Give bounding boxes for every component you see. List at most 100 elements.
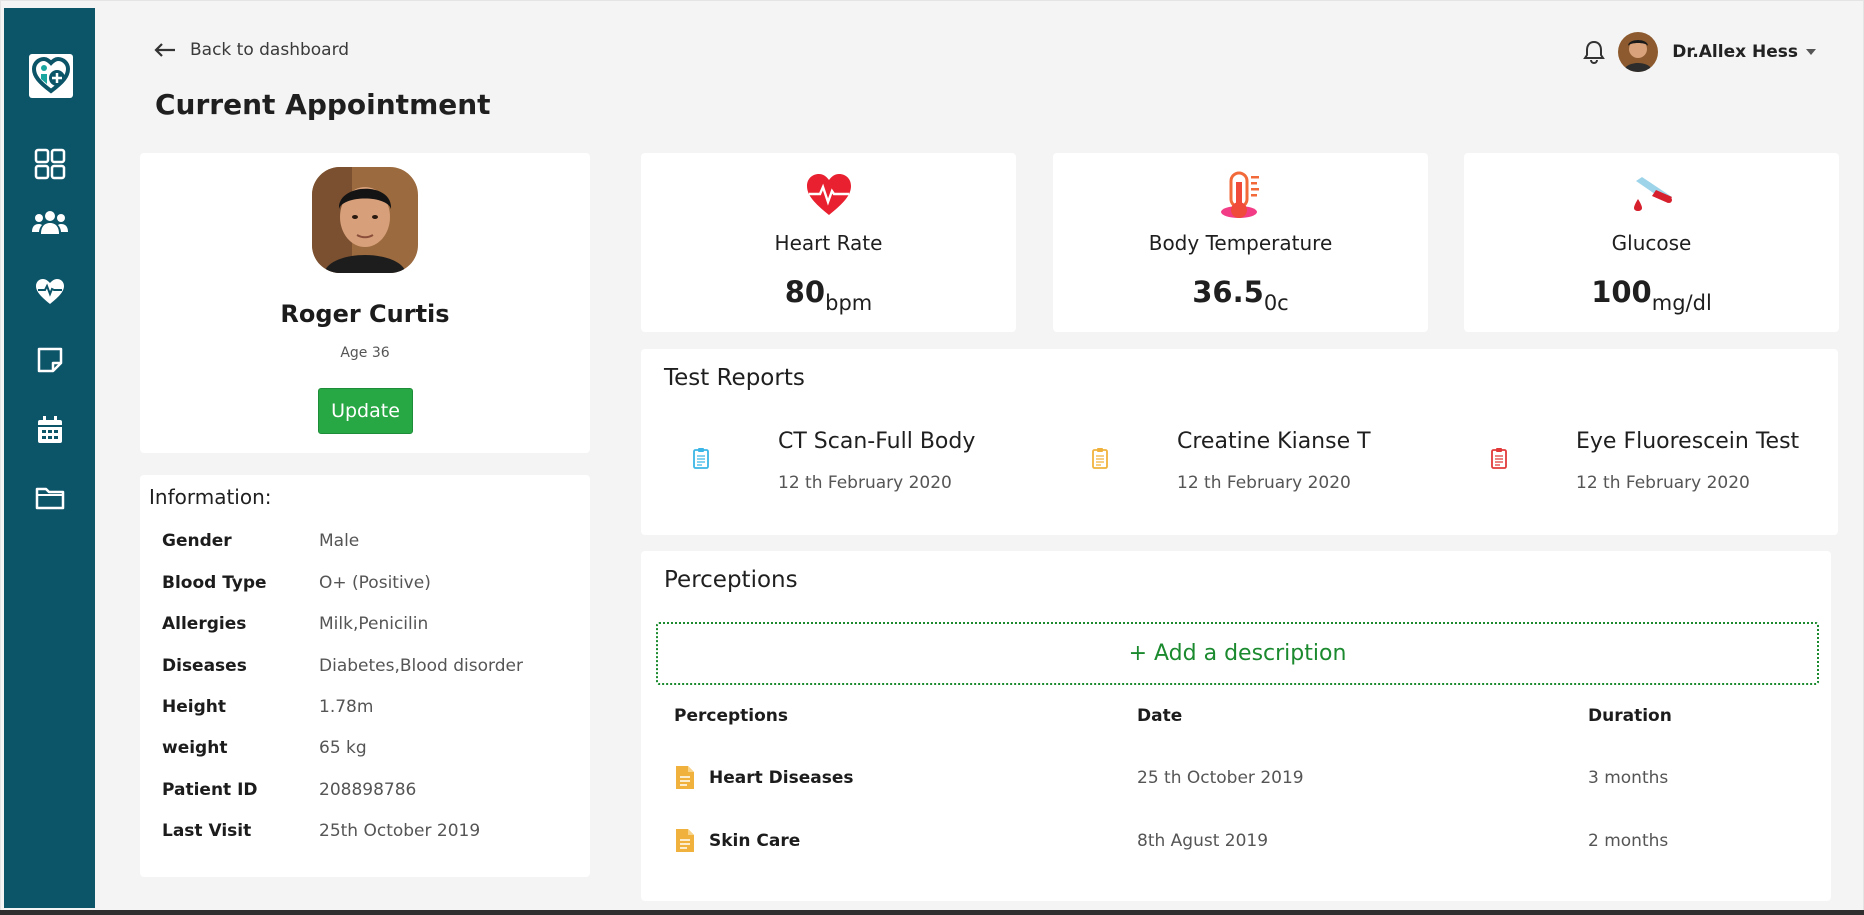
vital-value: 80bpm (641, 275, 1016, 315)
information-title: Information: (149, 485, 272, 509)
info-row-last-visit: Last Visit 25th October 2019 (162, 821, 582, 845)
arrow-left-icon (154, 43, 175, 57)
sidebar-item-notes[interactable] (26, 336, 74, 384)
vital-unit: bpm (825, 291, 873, 315)
vital-unit: 0c (1263, 291, 1289, 315)
test-reports-title: Test Reports (664, 365, 805, 391)
report-date: 12 th February 2020 (1177, 473, 1351, 493)
chevron-down-icon[interactable] (1806, 49, 1816, 55)
sidebar-item-dashboard[interactable] (26, 140, 74, 188)
info-label: Height (162, 697, 226, 717)
sidebar-item-patients[interactable] (26, 198, 74, 246)
heart-pulse-icon (36, 279, 64, 304)
sidebar-item-calendar[interactable] (26, 406, 74, 454)
table-row[interactable]: Heart Diseases 25 th October 2019 3 mont… (641, 765, 1831, 805)
patient-profile-card: Roger Curtis Age 36 Update (140, 153, 590, 453)
info-value: 25th October 2019 (319, 821, 481, 841)
info-value: 208898786 (319, 780, 417, 800)
test-reports-card: Test Reports CT Scan-Full Body 12 th Feb… (641, 349, 1838, 535)
report-date: 12 th February 2020 (1576, 473, 1750, 493)
perceptions-title: Perceptions (664, 567, 798, 593)
app-logo[interactable] (29, 54, 73, 98)
info-label: Last Visit (162, 821, 252, 841)
clipboard-icon (1092, 448, 1108, 469)
page-title: Current Appointment (155, 88, 491, 121)
patient-avatar (312, 167, 418, 273)
info-value: Milk,Penicilin (319, 614, 429, 634)
notes-icon (37, 347, 63, 373)
sidebar-item-files[interactable] (26, 474, 74, 522)
window-bottom-edge (0, 910, 1864, 915)
vital-number: 80 (784, 275, 826, 309)
user-avatar[interactable] (1618, 32, 1659, 72)
clipboard-icon (693, 448, 709, 469)
info-value: Diabetes,Blood disorder (319, 656, 523, 676)
info-value: 65 kg (319, 738, 367, 758)
perception-name: Skin Care (709, 831, 801, 851)
perception-duration: 3 months (1588, 768, 1669, 788)
table-row[interactable]: Skin Care 8th Agust 2019 2 months (641, 828, 1831, 868)
back-label: Back to dashboard (190, 40, 350, 60)
sidebar (4, 8, 95, 908)
vital-card-glucose: Glucose 100mg/dl (1464, 153, 1839, 332)
patient-age: Age 36 (340, 345, 390, 361)
clipboard-icon (1491, 448, 1507, 469)
users-icon (32, 211, 68, 234)
info-row-allergies: Allergies Milk,Penicilin (162, 614, 582, 638)
info-label: weight (162, 738, 228, 758)
info-row-height: Height 1.78m (162, 697, 582, 721)
thermometer-icon (1217, 171, 1265, 219)
file-icon (676, 766, 694, 789)
perception-name: Heart Diseases (709, 768, 854, 788)
report-name: CT Scan-Full Body (778, 429, 976, 454)
calendar-icon (38, 416, 62, 443)
column-header-perceptions: Perceptions (674, 706, 789, 726)
info-label: Diseases (162, 656, 247, 676)
perception-date: 8th Agust 2019 (1137, 831, 1269, 851)
info-label: Gender (162, 531, 232, 551)
glucose-icon (1628, 171, 1676, 219)
vital-number: 100 (1591, 275, 1652, 309)
info-value: O+ (Positive) (319, 573, 431, 593)
perception-duration: 2 months (1588, 831, 1669, 851)
vital-card-body-temperature: Body Temperature 36.50c (1053, 153, 1428, 332)
info-label: Allergies (162, 614, 247, 634)
info-row-patient-id: Patient ID 208898786 (162, 780, 582, 804)
report-date: 12 th February 2020 (778, 473, 952, 493)
report-name: Eye Fluorescein Test (1576, 429, 1800, 454)
vital-value: 36.50c (1053, 275, 1428, 315)
perception-date: 25 th October 2019 (1137, 768, 1304, 788)
vital-label: Heart Rate (774, 231, 883, 255)
info-row-gender: Gender Male (162, 531, 582, 555)
vital-label: Glucose (1611, 231, 1692, 255)
update-button[interactable]: Update (318, 388, 413, 434)
sidebar-item-health[interactable] (26, 268, 74, 316)
vital-label: Body Temperature (1148, 231, 1333, 255)
report-item[interactable]: Creatine Kianse T 12 th February 2020 (1040, 429, 1420, 509)
info-label: Blood Type (162, 573, 267, 593)
notification-bell-icon[interactable] (1582, 40, 1606, 64)
dashboard-grid-icon (34, 148, 66, 180)
report-item[interactable]: CT Scan-Full Body 12 th February 2020 (641, 429, 1021, 509)
patient-name: Roger Curtis (280, 300, 450, 328)
info-row-diseases: Diseases Diabetes,Blood disorder (162, 656, 582, 680)
vital-value: 100mg/dl (1464, 275, 1839, 315)
add-description-button[interactable]: + Add a description (656, 622, 1819, 685)
back-to-dashboard-link[interactable]: Back to dashboard (154, 40, 349, 60)
vital-number: 36.5 (1192, 275, 1264, 309)
user-menu: Dr.Allex Hess (1582, 32, 1816, 72)
heart-rate-icon (805, 171, 853, 219)
vital-unit: mg/dl (1651, 291, 1712, 315)
report-item[interactable]: Eye Fluorescein Test 12 th February 2020 (1439, 429, 1819, 509)
column-header-date: Date (1137, 706, 1183, 726)
folder-icon (35, 487, 65, 510)
report-name: Creatine Kianse T (1177, 429, 1371, 454)
info-label: Patient ID (162, 780, 258, 800)
patient-information-card: Information: Gender Male Blood Type O+ (… (140, 475, 590, 877)
file-icon (676, 829, 694, 852)
info-row-blood-type: Blood Type O+ (Positive) (162, 573, 582, 597)
info-value: 1.78m (319, 697, 374, 717)
user-name[interactable]: Dr.Allex Hess (1672, 42, 1798, 62)
column-header-duration: Duration (1588, 706, 1672, 726)
info-value: Male (319, 531, 360, 551)
